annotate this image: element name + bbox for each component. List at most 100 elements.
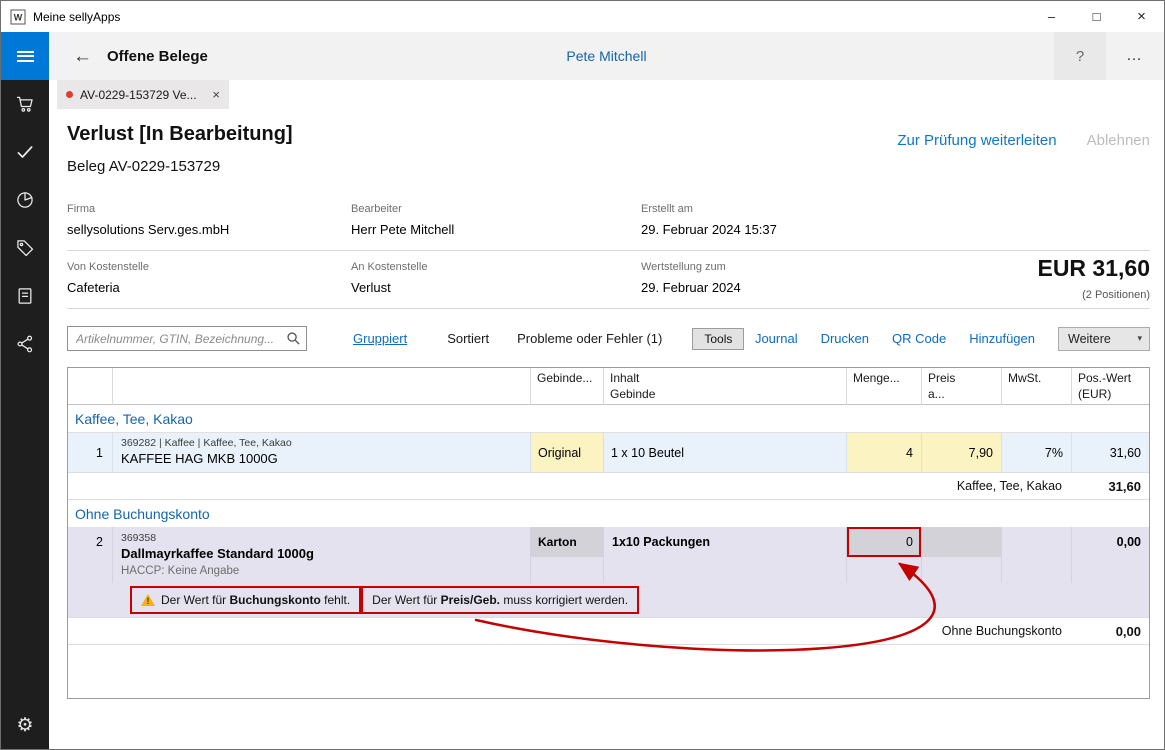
print-link[interactable]: Drucken xyxy=(821,331,869,346)
document-content: Verlust [In Bearbeitung] Zur Prüfung wei… xyxy=(49,109,1164,749)
col-inhalt-gebinde[interactable]: Inhalt Gebinde xyxy=(604,368,847,405)
table-header-row: Gebinde... Inhalt Gebinde Menge... Preis… xyxy=(68,368,1149,405)
tab-bar: AV-0229-153729 Ve... × xyxy=(49,80,1164,109)
mwst-cell xyxy=(1002,527,1072,583)
add-item-link[interactable]: Hinzufügen xyxy=(969,331,1035,346)
tab-document[interactable]: AV-0229-153729 Ve... × xyxy=(57,80,229,109)
table-row-with-errors[interactable]: 2 369358 Dallmayrkaffee Standard 1000g H… xyxy=(68,527,1149,617)
field-an-kostenstelle: An Kostenstelle Verlust xyxy=(351,261,641,295)
col-menge[interactable]: Menge... xyxy=(847,368,922,405)
page-title: Offene Belege xyxy=(107,48,208,65)
tools-button[interactable]: Tools xyxy=(692,328,744,350)
document-total: EUR 31,60 (2 Positionen) xyxy=(1037,255,1150,301)
preis-cell[interactable]: 7,90 xyxy=(922,433,1002,472)
maximize-icon[interactable]: □ xyxy=(1074,1,1119,32)
svg-text:W: W xyxy=(14,12,23,22)
tag-icon xyxy=(15,238,35,258)
field-von-kostenstelle: Von Kostenstelle Cafeteria xyxy=(67,261,351,295)
sidebar-item-reports[interactable] xyxy=(1,176,49,224)
warning-preis: Der Wert für Preis/Geb. muss korrigiert … xyxy=(361,586,639,614)
sidebar-item-settings[interactable]: ⚙ xyxy=(1,701,49,749)
group-subtotal-ohne-buchungskonto: Ohne Buchungskonto 0,00 xyxy=(68,617,1149,645)
group-subtotal-kaffee: Kaffee, Tee, Kakao 31,60 xyxy=(68,472,1149,500)
page-header: ← Offene Belege Pete Mitchell ? … xyxy=(49,32,1164,80)
col-num xyxy=(68,368,113,405)
col-mwst[interactable]: MwSt. xyxy=(1002,368,1072,405)
journal-link[interactable]: Journal xyxy=(755,331,798,346)
sidebar-item-cart[interactable] xyxy=(1,80,49,128)
close-icon[interactable]: × xyxy=(1119,1,1164,32)
search-input[interactable] xyxy=(67,326,307,351)
inhalt-cell: 1 x 10 Beutel xyxy=(604,433,847,472)
info-row-2: Von Kostenstelle Cafeteria An Kostenstel… xyxy=(67,251,1150,309)
col-preis[interactable]: Preis a... xyxy=(922,368,1002,405)
gear-icon: ⚙ xyxy=(16,716,33,735)
current-user[interactable]: Pete Mitchell xyxy=(566,48,646,64)
row-number: 1 xyxy=(68,433,113,472)
validation-warnings: Der Wert für Buchungskonto fehlt. Der We… xyxy=(68,583,1149,617)
field-bearbeiter: Bearbeiter Herr Pete Mitchell xyxy=(351,203,641,237)
pie-chart-icon xyxy=(15,190,35,210)
check-icon xyxy=(15,142,35,162)
search-box xyxy=(67,326,307,351)
inhalt-cell: 1x10 Packungen xyxy=(604,527,847,583)
item-toolbar: Gruppiert Sortiert Probleme oder Fehler … xyxy=(67,325,1150,352)
tab-close-icon[interactable]: × xyxy=(212,88,220,101)
back-arrow-icon[interactable]: ← xyxy=(73,47,92,66)
title-bar: W Meine sellyApps – □ × xyxy=(1,1,1164,32)
position-count: (2 Positionen) xyxy=(1037,289,1150,301)
app-icon: W xyxy=(10,9,26,25)
reject-button[interactable]: Ablehnen xyxy=(1087,132,1150,149)
warning-icon xyxy=(141,594,155,606)
field-firma: Firma sellysolutions Serv.ges.mbH xyxy=(67,203,351,237)
share-icon xyxy=(15,334,35,354)
items-table: Gebinde... Inhalt Gebinde Menge... Preis… xyxy=(67,367,1150,699)
menge-cell-error[interactable]: 0 xyxy=(847,527,922,583)
document-info: Firma sellysolutions Serv.ges.mbH Bearbe… xyxy=(67,193,1150,309)
pos-wert-cell: 0,00 xyxy=(1072,527,1149,583)
warning-buchungskonto: Der Wert für Buchungskonto fehlt. xyxy=(130,586,361,614)
group-header-kaffee[interactable]: Kaffee, Tee, Kakao xyxy=(68,405,1149,432)
group-header-ohne-buchungskonto[interactable]: Ohne Buchungskonto xyxy=(68,500,1149,527)
tab-unsaved-dot xyxy=(66,91,73,98)
gebinde-cell[interactable]: Karton xyxy=(531,527,604,583)
row-number: 2 xyxy=(68,527,113,583)
help-icon[interactable]: ? xyxy=(1054,32,1106,80)
search-icon xyxy=(286,331,301,346)
cart-icon xyxy=(15,94,35,114)
forward-for-review-button[interactable]: Zur Prüfung weiterleiten xyxy=(897,132,1056,149)
sidebar-item-journal[interactable] xyxy=(1,272,49,320)
menu-icon[interactable] xyxy=(1,32,49,80)
item-description: 369358 Dallmayrkaffee Standard 1000g HAC… xyxy=(113,527,531,583)
total-amount: EUR 31,60 xyxy=(1037,255,1150,282)
col-gebinde[interactable]: Gebinde... xyxy=(531,368,604,405)
col-description xyxy=(113,368,531,405)
mwst-cell: 7% xyxy=(1002,433,1072,472)
tab-label: AV-0229-153729 Ve... xyxy=(80,88,205,102)
table-row[interactable]: 1 369282 | Kaffee | Kaffee, Tee, Kakao K… xyxy=(68,432,1149,472)
window-title: Meine sellyApps xyxy=(33,10,1029,24)
grouped-toggle[interactable]: Gruppiert xyxy=(353,331,407,346)
qr-code-link[interactable]: QR Code xyxy=(892,331,946,346)
more-options-icon[interactable]: … xyxy=(1106,32,1164,80)
more-dropdown[interactable]: Weitere ▾ xyxy=(1058,327,1150,351)
gebinde-cell[interactable]: Original xyxy=(531,433,604,472)
book-icon xyxy=(15,286,35,306)
sorted-toggle[interactable]: Sortiert xyxy=(447,331,489,346)
item-description: 369282 | Kaffee | Kaffee, Tee, Kakao KAF… xyxy=(113,433,531,472)
pos-wert-cell: 31,60 xyxy=(1072,433,1149,472)
menge-cell[interactable]: 4 xyxy=(847,433,922,472)
sidebar-item-tasks[interactable] xyxy=(1,128,49,176)
minimize-icon[interactable]: – xyxy=(1029,1,1074,32)
sidebar-item-articles[interactable] xyxy=(1,224,49,272)
preis-cell-empty[interactable] xyxy=(922,527,1002,583)
problems-filter[interactable]: Probleme oder Fehler (1) xyxy=(517,331,662,346)
app-window: W Meine sellyApps – □ × xyxy=(0,0,1165,750)
sidebar-item-share[interactable] xyxy=(1,320,49,368)
col-pos-wert[interactable]: Pos.-Wert (EUR) xyxy=(1072,368,1149,405)
chevron-down-icon: ▾ xyxy=(1137,333,1142,344)
sidebar: ⚙ xyxy=(1,32,49,749)
field-erstellt-am: Erstellt am 29. Februar 2024 15:37 xyxy=(641,203,1150,237)
sidebar-spacer xyxy=(1,368,49,701)
document-number: Beleg AV-0229-153729 xyxy=(67,158,1150,175)
